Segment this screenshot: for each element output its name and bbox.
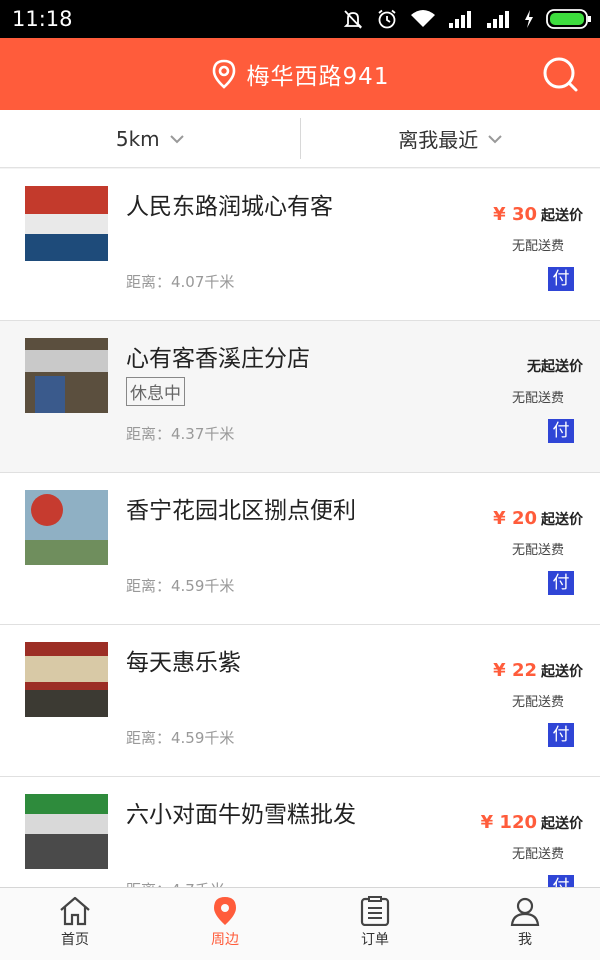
wifi-icon xyxy=(411,10,435,27)
store-list-item[interactable]: 人民东路润城心有客 距离：4.07千米 ¥ 30 起送价 无配送费 付 xyxy=(0,169,600,321)
store-thumbnail xyxy=(25,794,108,869)
status-icons xyxy=(342,8,592,30)
location-pin-icon xyxy=(212,59,235,89)
store-distance: 距离：4.59千米 xyxy=(126,729,235,747)
pay-badge: 付 xyxy=(548,723,574,747)
price-label: 起送价 xyxy=(541,208,583,224)
mute-bell-icon xyxy=(343,10,363,29)
store-thumbnail xyxy=(25,490,108,565)
store-thumbnail xyxy=(25,642,108,717)
delivery-fee: 无配送费 xyxy=(511,695,564,710)
search-icon[interactable] xyxy=(540,54,580,94)
distance-filter-label: 5km xyxy=(115,126,160,151)
store-list-item[interactable]: 香宁花园北区捌点便利 距离：4.59千米 ¥ 20 起送价 无配送费 付 xyxy=(0,473,600,625)
status-bar: 11:18 xyxy=(0,0,600,38)
battery-icon xyxy=(546,9,591,29)
store-thumbnail xyxy=(25,186,108,261)
store-name: 六小对面牛奶雪糕批发 xyxy=(126,802,356,828)
store-thumbnail xyxy=(25,338,108,413)
signal-icon xyxy=(449,11,471,28)
nav-label: 订单 xyxy=(361,932,389,948)
charging-icon xyxy=(525,10,533,28)
price-value: ¥ 120 xyxy=(480,812,537,833)
pay-badge: 付 xyxy=(548,419,574,443)
location-selector[interactable]: 梅华西路941 xyxy=(0,38,600,110)
sort-filter[interactable]: 离我最近 xyxy=(301,110,600,167)
price-value: ¥ 30 xyxy=(493,204,537,225)
location-text: 梅华西路941 xyxy=(246,64,390,90)
user-icon xyxy=(510,897,540,926)
min-order-price: 无起送价 xyxy=(523,356,583,376)
signal-icon-2 xyxy=(487,11,509,28)
delivery-fee: 无配送费 xyxy=(511,391,564,406)
store-list-item[interactable]: 每天惠乐紫 距离：4.59千米 ¥ 22 起送价 无配送费 付 xyxy=(0,625,600,777)
bottom-nav: 首页 周边 订单 我 xyxy=(0,887,600,960)
nav-item-nearby[interactable]: 周边 xyxy=(150,888,300,960)
nav-item-home[interactable]: 首页 xyxy=(0,888,150,960)
min-order-price: ¥ 20 起送价 xyxy=(493,508,583,529)
price-value: ¥ 22 xyxy=(493,660,537,681)
delivery-fee: 无配送费 xyxy=(511,543,564,558)
sort-filter-label: 离我最近 xyxy=(398,128,479,152)
nav-label: 我 xyxy=(518,932,532,948)
store-list-item[interactable]: 六小对面牛奶雪糕批发 距离：4.7千米 ¥ 120 起送价 无配送费 付 xyxy=(0,777,600,887)
pay-badge: 付 xyxy=(548,875,574,887)
store-name: 每天惠乐紫 xyxy=(126,650,241,676)
pay-badge: 付 xyxy=(548,571,574,595)
nav-item-orders[interactable]: 订单 xyxy=(300,888,450,960)
store-name: 心有客香溪庄分店 xyxy=(126,346,310,372)
store-name: 人民东路润城心有客 xyxy=(126,194,333,220)
store-distance: 距离：4.37千米 xyxy=(126,425,235,443)
min-order-price: ¥ 30 起送价 xyxy=(493,204,583,225)
min-order-price: ¥ 22 起送价 xyxy=(493,660,583,681)
order-list-icon xyxy=(360,896,390,926)
price-label: 起送价 xyxy=(541,512,583,528)
store-distance: 距离：4.07千米 xyxy=(126,273,235,291)
home-icon xyxy=(60,896,90,926)
price-label: 起送价 xyxy=(541,664,583,680)
distance-filter[interactable]: 5km xyxy=(0,110,300,167)
price-value: ¥ 20 xyxy=(493,508,537,529)
status-time: 11:18 xyxy=(12,7,73,31)
nav-item-me[interactable]: 我 xyxy=(450,888,600,960)
delivery-fee: 无配送费 xyxy=(511,847,564,862)
delivery-fee: 无配送费 xyxy=(511,239,564,254)
price-label: 无起送价 xyxy=(527,359,583,375)
min-order-price: ¥ 120 起送价 xyxy=(481,812,583,833)
app-header: 梅华西路941 xyxy=(0,38,600,110)
price-label: 起送价 xyxy=(541,816,583,832)
chevron-down-icon xyxy=(488,134,502,143)
chevron-down-icon xyxy=(169,134,184,143)
store-distance: 距离：4.7千米 xyxy=(126,879,225,887)
filter-bar: 5km 离我最近 xyxy=(0,110,600,168)
store-name: 香宁花园北区捌点便利 xyxy=(126,498,356,524)
pay-badge: 付 xyxy=(548,267,574,291)
location-pin-icon xyxy=(214,897,236,925)
alarm-icon xyxy=(378,9,396,29)
nav-label: 周边 xyxy=(211,932,239,948)
store-distance: 距离：4.59千米 xyxy=(126,577,235,595)
store-list-item[interactable]: 心有客香溪庄分店 休息中 距离：4.37千米 无起送价 无配送费 付 xyxy=(0,321,600,473)
nav-label: 首页 xyxy=(61,932,89,948)
status-tag: 休息中 xyxy=(126,377,185,406)
store-list: 人民东路润城心有客 距离：4.07千米 ¥ 30 起送价 无配送费 付 心有客香… xyxy=(0,169,600,887)
